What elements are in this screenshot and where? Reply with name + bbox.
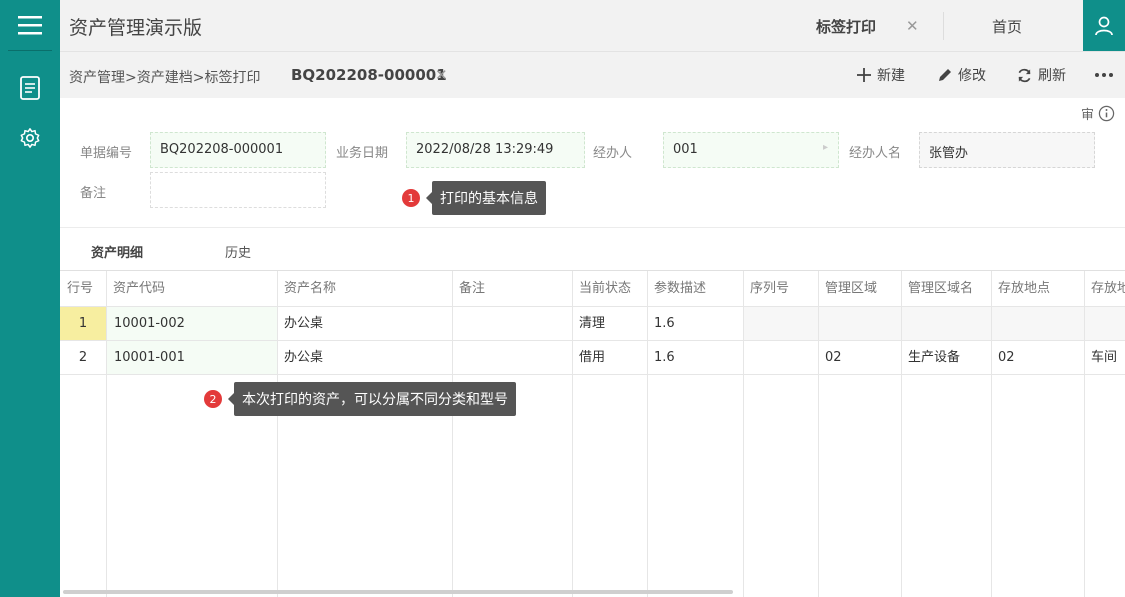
toolbar: 资产管理>资产建档>标签打印 BQ202208-000001 ✕ 新建 修改 刷… [60, 52, 1125, 98]
mgmt-area-name: 生产设备 [908, 350, 961, 365]
asset-table: 行号 资产代码 资产名称 备注 当前状态 参数描述 序列号 管理区域 管理区域名… [60, 270, 1125, 597]
remark [452, 341, 572, 374]
remark-label: 备注 [80, 186, 107, 201]
app-header: 资产管理演示版 标签打印 ✕ 首页 [60, 0, 1125, 52]
new-button[interactable]: 新建 [857, 65, 905, 85]
basic-info-form: 审 单据编号 BQ202208-000001 业务日期 2022/08/28 1… [60, 98, 1125, 228]
more-icon [1095, 73, 1113, 77]
menu-toggle-button[interactable] [0, 0, 60, 50]
horizontal-scrollbar[interactable] [63, 590, 733, 594]
hamburger-icon [18, 16, 42, 35]
date-field[interactable]: 2022/08/28 13:29:49 [406, 132, 585, 168]
remark [452, 307, 572, 340]
col-header[interactable]: 资产名称 [277, 271, 452, 306]
asset-name: 办公桌 [284, 316, 324, 331]
sidebar-item-documents[interactable] [0, 63, 60, 113]
location: 02 [998, 350, 1015, 365]
col-header[interactable]: 参数描述 [647, 271, 743, 306]
serial-no [744, 307, 818, 340]
asset-code[interactable]: 10001-001 [107, 341, 277, 374]
status: 借用 [579, 350, 606, 365]
col-header[interactable]: 备注 [452, 271, 572, 306]
handler-name-label: 经办人名 [849, 146, 902, 161]
detail-tabs: 资产明细 历史 [60, 228, 1125, 270]
location [992, 307, 1084, 340]
tip-text: 本次打印的资产，可以分属不同分类和型号 [234, 382, 516, 416]
tip-badge: 2 [204, 390, 222, 408]
date-label: 业务日期 [336, 146, 389, 161]
col-header[interactable]: 存放地点 [991, 271, 1084, 306]
audit-label: 审 [1080, 108, 1094, 123]
tooltip-assets: 2 本次打印的资产，可以分属不同分类和型号 [204, 382, 516, 416]
asset-code[interactable]: 10001-002 [107, 307, 277, 340]
edit-button-label: 修改 [958, 68, 986, 84]
location-name: 车间 [1091, 350, 1118, 365]
tip-text: 打印的基本信息 [432, 181, 546, 215]
mgmt-area [819, 307, 901, 340]
pencil-icon [939, 69, 951, 81]
close-icon[interactable]: ✕ [906, 17, 919, 35]
refresh-icon [1018, 68, 1031, 82]
remark-field[interactable] [150, 172, 326, 208]
plus-icon [857, 68, 871, 82]
sidebar-item-settings[interactable] [0, 113, 60, 163]
doc-no-field[interactable]: BQ202208-000001 [150, 132, 326, 168]
col-header[interactable]: 资产代码 [106, 271, 277, 306]
serial-no [743, 341, 818, 374]
breadcrumb: 资产管理>资产建档>标签打印 [69, 70, 261, 86]
tab-home[interactable]: 首页 [992, 16, 1022, 37]
handler-name-field: 张管办 [919, 132, 1095, 168]
info-icon [1098, 105, 1115, 122]
handler-label: 经办人 [593, 146, 633, 161]
col-header[interactable]: 序列号 [743, 271, 818, 306]
more-button[interactable] [1094, 62, 1114, 82]
doc-no-label: 单据编号 [80, 146, 133, 161]
tab-history[interactable]: 历史 [225, 242, 251, 261]
mgmt-area: 02 [825, 350, 842, 365]
handler-value: 001 [673, 142, 698, 157]
asset-name: 办公桌 [284, 350, 324, 365]
new-button-label: 新建 [877, 68, 905, 84]
chevron-right-icon: ▸ [822, 142, 828, 153]
row-number: 2 [78, 350, 88, 365]
refresh-button[interactable]: 刷新 [1017, 65, 1066, 85]
tip-badge: 1 [402, 189, 420, 207]
sidebar [0, 0, 60, 597]
gear-icon [20, 128, 40, 148]
location-name [1085, 307, 1125, 340]
row-number: 1 [60, 307, 106, 340]
tab-label-print[interactable]: 标签打印 [816, 16, 876, 37]
handler-field[interactable]: 001 ▸ [663, 132, 839, 168]
document-icon [20, 76, 40, 100]
col-header[interactable]: 管理区域 [818, 271, 901, 306]
user-icon [1095, 16, 1113, 35]
audit-indicator[interactable]: 审 [1081, 104, 1115, 123]
doc-tab-title: BQ202208-000001 [291, 66, 447, 84]
status: 清理 [579, 316, 606, 331]
col-header[interactable]: 行号 [60, 271, 106, 306]
mgmt-area-name [902, 307, 991, 340]
app-title: 资产管理演示版 [69, 17, 203, 39]
col-header[interactable]: 当前状态 [572, 271, 647, 306]
tooltip-basic-info: 1 打印的基本信息 [402, 181, 546, 215]
close-icon[interactable]: ✕ [435, 66, 448, 84]
col-header[interactable]: 管理区域名 [901, 271, 991, 306]
tab-asset-detail[interactable]: 资产明细 [91, 242, 143, 261]
refresh-button-label: 刷新 [1038, 68, 1066, 84]
edit-button[interactable]: 修改 [938, 65, 986, 85]
param-desc: 1.6 [654, 350, 675, 365]
user-button[interactable] [1083, 0, 1125, 51]
col-header[interactable]: 存放地 [1084, 271, 1125, 306]
param-desc: 1.6 [654, 316, 675, 331]
